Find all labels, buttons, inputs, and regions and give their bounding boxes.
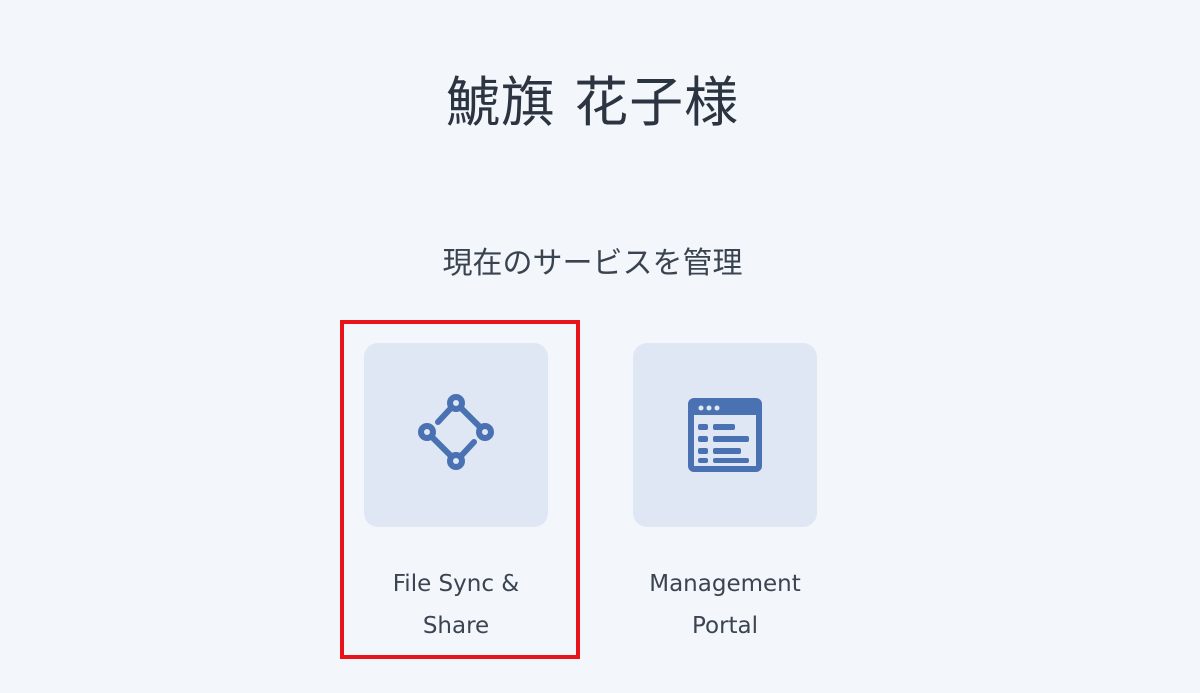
user-name: 鯱旗 花子様 (445, 71, 740, 134)
portal-icon (688, 398, 762, 472)
management-portal-label[interactable]: Management Portal (633, 563, 817, 647)
section-title: 現在のサービスを管理 (442, 246, 743, 281)
management-portal-tile[interactable] (633, 343, 817, 527)
file-sync-share-label[interactable]: File Sync & Share (364, 563, 548, 647)
service-management-portal[interactable]: Management Portal (633, 343, 817, 647)
file-sync-share-tile[interactable] (364, 343, 548, 527)
sync-share-icon (418, 394, 494, 470)
service-file-sync-share[interactable]: File Sync & Share (364, 343, 548, 647)
